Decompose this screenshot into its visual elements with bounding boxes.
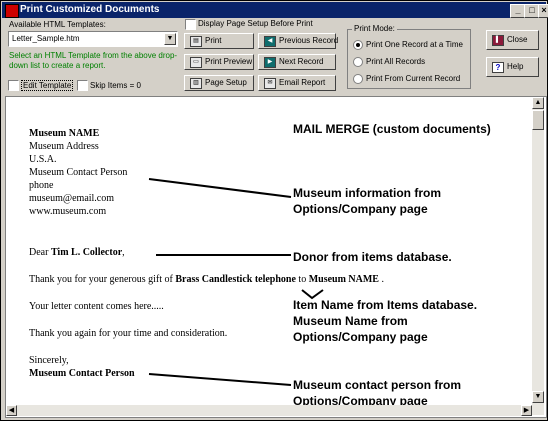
- display-page-setup-label: Display Page Setup Before Print: [198, 19, 313, 28]
- close-button[interactable]: ▌ Close: [486, 30, 539, 50]
- vertical-scrollbar[interactable]: ▲ ▼: [532, 97, 544, 415]
- email-report-label: Email Report: [279, 78, 326, 87]
- help-button[interactable]: ? Help: [486, 57, 539, 77]
- radio-print-all[interactable]: [353, 57, 363, 67]
- template-select[interactable]: Letter_Sample.htm ▼: [8, 31, 178, 47]
- next-record-label: Next Record: [279, 57, 324, 66]
- door-icon: ▌: [492, 35, 504, 46]
- print-mode-group: Print Mode: Print One Record at a Time P…: [347, 24, 471, 89]
- templates-label: Available HTML Templates:: [9, 20, 106, 29]
- window-title: Print Customized Documents: [20, 4, 160, 15]
- scroll-down-icon[interactable]: ▼: [532, 391, 544, 403]
- title-bar[interactable]: Print Customized Documents _ □ ×: [2, 2, 548, 18]
- print-button-label: Print: [205, 36, 222, 45]
- preview-icon: ▭: [190, 57, 202, 68]
- skip-items-label: Skip Items = 0: [90, 81, 141, 90]
- display-page-setup-checkbox[interactable]: [185, 19, 196, 30]
- scroll-right-icon[interactable]: ▶: [521, 405, 532, 416]
- next-record-button[interactable]: ▶ Next Record: [258, 54, 336, 70]
- close-window-button[interactable]: ×: [538, 4, 548, 18]
- previous-record-button[interactable]: ◀ Previous Record: [258, 33, 339, 49]
- arrow-museum-info: [148, 178, 292, 198]
- printer-icon: ▤: [190, 36, 202, 47]
- scroll-thumb[interactable]: [532, 110, 544, 130]
- previous-icon: ◀: [264, 36, 276, 47]
- print-preview-button-label: Print Preview: [205, 57, 253, 66]
- print-button[interactable]: ▤ Print: [184, 33, 254, 49]
- app-icon: [5, 4, 19, 18]
- print-from-current-label: Print From Current Record: [366, 74, 461, 83]
- chevron-down-icon[interactable]: ▼: [164, 33, 176, 45]
- print-preview-button[interactable]: ▭ Print Preview: [184, 54, 254, 70]
- page-setup-button-label: Page Setup: [205, 78, 247, 87]
- document-preview[interactable]: Museum NAME Museum Address U.S.A. Museum…: [5, 96, 547, 418]
- horizontal-scrollbar[interactable]: ◀ ▶: [6, 405, 532, 416]
- template-hint: Select an HTML Template from the above d…: [9, 51, 178, 70]
- annotation-arrows: [148, 178, 324, 386]
- radio-print-from-current[interactable]: [353, 74, 363, 84]
- template-select-value: Letter_Sample.htm: [12, 34, 80, 43]
- scroll-up-icon[interactable]: ▲: [532, 97, 544, 109]
- print-one-label: Print One Record at a Time: [366, 40, 463, 49]
- help-icon: ?: [492, 62, 504, 73]
- envelope-icon: ✉: [264, 78, 276, 89]
- arrow-contact: [148, 373, 292, 386]
- close-button-label: Close: [507, 35, 528, 44]
- print-documents-window: Print Customized Documents _ □ × Availab…: [0, 0, 548, 421]
- edit-template-label: Edit Template: [21, 80, 74, 91]
- print-mode-label: Print Mode:: [352, 24, 397, 33]
- help-button-label: Help: [507, 62, 524, 71]
- page-setup-icon: ▥: [190, 78, 202, 89]
- skip-items-checkbox[interactable]: [77, 80, 88, 91]
- page-setup-button[interactable]: ▥ Page Setup: [184, 75, 254, 91]
- edit-template-checkbox[interactable]: [8, 80, 19, 91]
- print-all-label: Print All Records: [366, 57, 426, 66]
- email-report-button[interactable]: ✉ Email Report: [258, 75, 336, 91]
- next-icon: ▶: [264, 57, 276, 68]
- scroll-left-icon[interactable]: ◀: [6, 405, 17, 416]
- radio-print-one[interactable]: [353, 40, 363, 50]
- previous-record-label: Previous Record: [279, 36, 339, 45]
- arrow-item-name: [301, 289, 324, 300]
